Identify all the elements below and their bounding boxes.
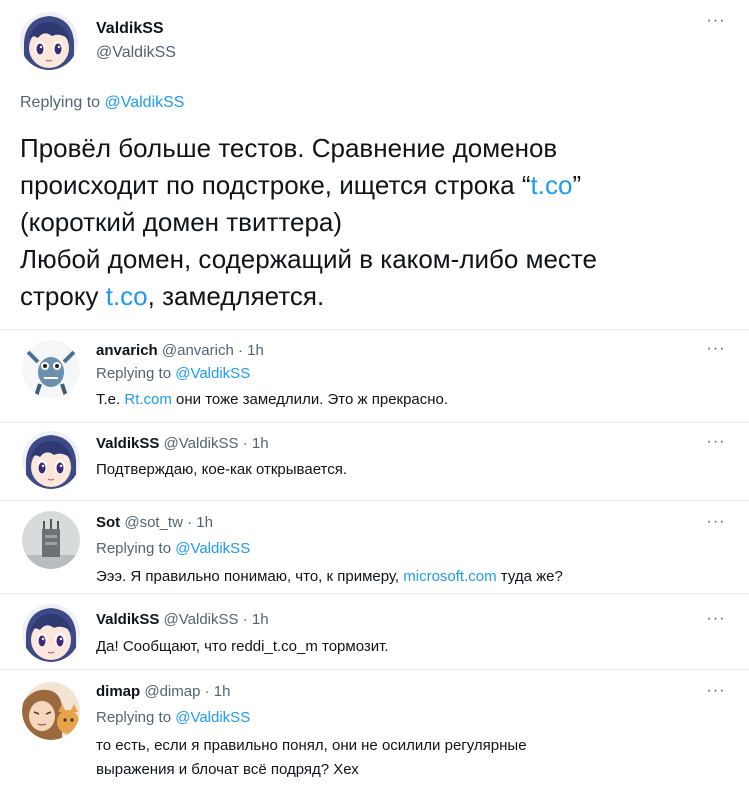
replying-to: Replying to @ValdikSS bbox=[20, 94, 184, 112]
reply-text-fragment: туда же? bbox=[496, 568, 563, 585]
reply-tweet[interactable]: dimap @dimap · 1h ··· Replying to @Valdi… bbox=[0, 670, 749, 791]
reply-header: anvarich @anvarich · 1h bbox=[96, 342, 264, 359]
author-name[interactable]: dimap bbox=[96, 683, 140, 700]
avatar[interactable] bbox=[22, 431, 80, 489]
reply-header: ValdikSS @ValdikSS · 1h bbox=[96, 435, 269, 452]
replying-to-link[interactable]: @ValdikSS bbox=[105, 94, 185, 111]
more-options-icon[interactable]: ··· bbox=[705, 13, 727, 32]
author-handle[interactable]: @sot_tw · 1h bbox=[124, 514, 213, 531]
tweet-text: Провёл больше тестов. Сравнение доменов … bbox=[20, 130, 725, 315]
reply-text: Да! Сообщают, что reddi_t.co_m тормозит. bbox=[96, 638, 389, 655]
tweet-text-line: (короткий домен твиттера) bbox=[20, 207, 343, 237]
avatar[interactable] bbox=[20, 12, 78, 70]
reply-tweet[interactable]: ValdikSS @ValdikSS · 1h ··· Подтверждаю,… bbox=[0, 423, 749, 501]
reply-text: Т.е. Rt.com они тоже замедлили. Это ж пр… bbox=[96, 388, 696, 412]
rt-link[interactable]: Rt.com bbox=[124, 391, 172, 408]
tweet-text-line: Провёл больше тестов. Сравнение доменов bbox=[20, 133, 558, 163]
author-name[interactable]: ValdikSS bbox=[96, 611, 159, 628]
more-options-icon[interactable]: ··· bbox=[705, 514, 727, 530]
avatar[interactable] bbox=[22, 682, 80, 740]
reply-text-line: то есть, если я правильно понял, они не … bbox=[96, 737, 527, 754]
avatar[interactable] bbox=[22, 604, 80, 662]
author-handle[interactable]: @anvarich · 1h bbox=[162, 342, 264, 359]
author-handle[interactable]: @ValdikSS · 1h bbox=[164, 611, 269, 628]
reply-text-line: выражения и блочат всё подряд? Хех bbox=[96, 761, 359, 778]
replying-to-link[interactable]: @ValdikSS bbox=[175, 709, 250, 726]
more-options-icon[interactable]: ··· bbox=[705, 341, 727, 357]
reply-tweet[interactable]: Sot @sot_tw · 1h ··· Replying to @Valdik… bbox=[0, 501, 749, 594]
replying-to-link[interactable]: @ValdikSS bbox=[175, 365, 250, 382]
reply-tweet[interactable]: ValdikSS @ValdikSS · 1h ··· Да! Сообщают… bbox=[0, 594, 749, 670]
replying-to: Replying to @ValdikSS bbox=[96, 540, 250, 557]
replying-to-label: Replying to bbox=[96, 365, 176, 382]
reply-text-fragment: они тоже замедлили. Это ж прекрасно. bbox=[171, 391, 449, 408]
reply-text-fragment: Эээ. Я правильно понимаю, что, к примеру… bbox=[96, 568, 404, 585]
tweet-text-fragment: , замедляется. bbox=[147, 281, 325, 311]
replying-to-label: Replying to bbox=[20, 94, 105, 111]
author-name[interactable]: anvarich bbox=[96, 342, 158, 359]
replying-to: Replying to @ValdikSS bbox=[96, 365, 250, 382]
reply-header: ValdikSS @ValdikSS · 1h bbox=[96, 611, 269, 628]
tweet-text-line: Любой домен, содержащий в каком-либо мес… bbox=[20, 244, 598, 274]
author-handle[interactable]: @ValdikSS bbox=[96, 44, 176, 62]
reply-header: dimap @dimap · 1h bbox=[96, 683, 230, 700]
author-handle[interactable]: @dimap · 1h bbox=[144, 683, 230, 700]
tco-link[interactable]: t.co bbox=[531, 170, 573, 200]
author-name[interactable]: ValdikSS bbox=[96, 20, 164, 38]
reply-text: то есть, если я правильно понял, они не … bbox=[96, 734, 696, 782]
tweet-text-line: строку t.co, замедляется. bbox=[20, 278, 725, 315]
more-options-icon[interactable]: ··· bbox=[705, 434, 727, 450]
reply-text: Эээ. Я правильно понимаю, что, к примеру… bbox=[96, 565, 696, 589]
main-tweet: ValdikSS @ValdikSS ··· Replying to @Vald… bbox=[0, 0, 749, 330]
more-options-icon[interactable]: ··· bbox=[705, 611, 727, 627]
more-options-icon[interactable]: ··· bbox=[705, 683, 727, 699]
replying-to-label: Replying to bbox=[96, 540, 176, 557]
tweet-text-fragment: происходит по подстроке, ищется строка “ bbox=[20, 170, 531, 200]
tweet-text-fragment: строку bbox=[20, 281, 106, 311]
reply-tweet[interactable]: anvarich @anvarich · 1h ··· Replying to … bbox=[0, 330, 749, 423]
author-handle[interactable]: @ValdikSS · 1h bbox=[164, 435, 269, 452]
microsoft-link[interactable]: microsoft.com bbox=[403, 568, 496, 585]
reply-text: Подтверждаю, кое-как открывается. bbox=[96, 461, 348, 478]
author-name[interactable]: ValdikSS bbox=[96, 435, 159, 452]
avatar[interactable] bbox=[22, 511, 80, 569]
tweet-text-fragment: ” bbox=[572, 170, 582, 200]
replying-to: Replying to @ValdikSS bbox=[96, 709, 250, 726]
replying-to-link[interactable]: @ValdikSS bbox=[175, 540, 250, 557]
tco-link[interactable]: t.co bbox=[106, 281, 148, 311]
reply-text-fragment: Т.е. bbox=[96, 391, 125, 408]
reply-header: Sot @sot_tw · 1h bbox=[96, 514, 213, 531]
replying-to-label: Replying to bbox=[96, 709, 176, 726]
tweet-text-line: происходит по подстроке, ищется строка “… bbox=[20, 167, 725, 204]
avatar[interactable] bbox=[22, 340, 80, 398]
author-name[interactable]: Sot bbox=[96, 514, 120, 531]
